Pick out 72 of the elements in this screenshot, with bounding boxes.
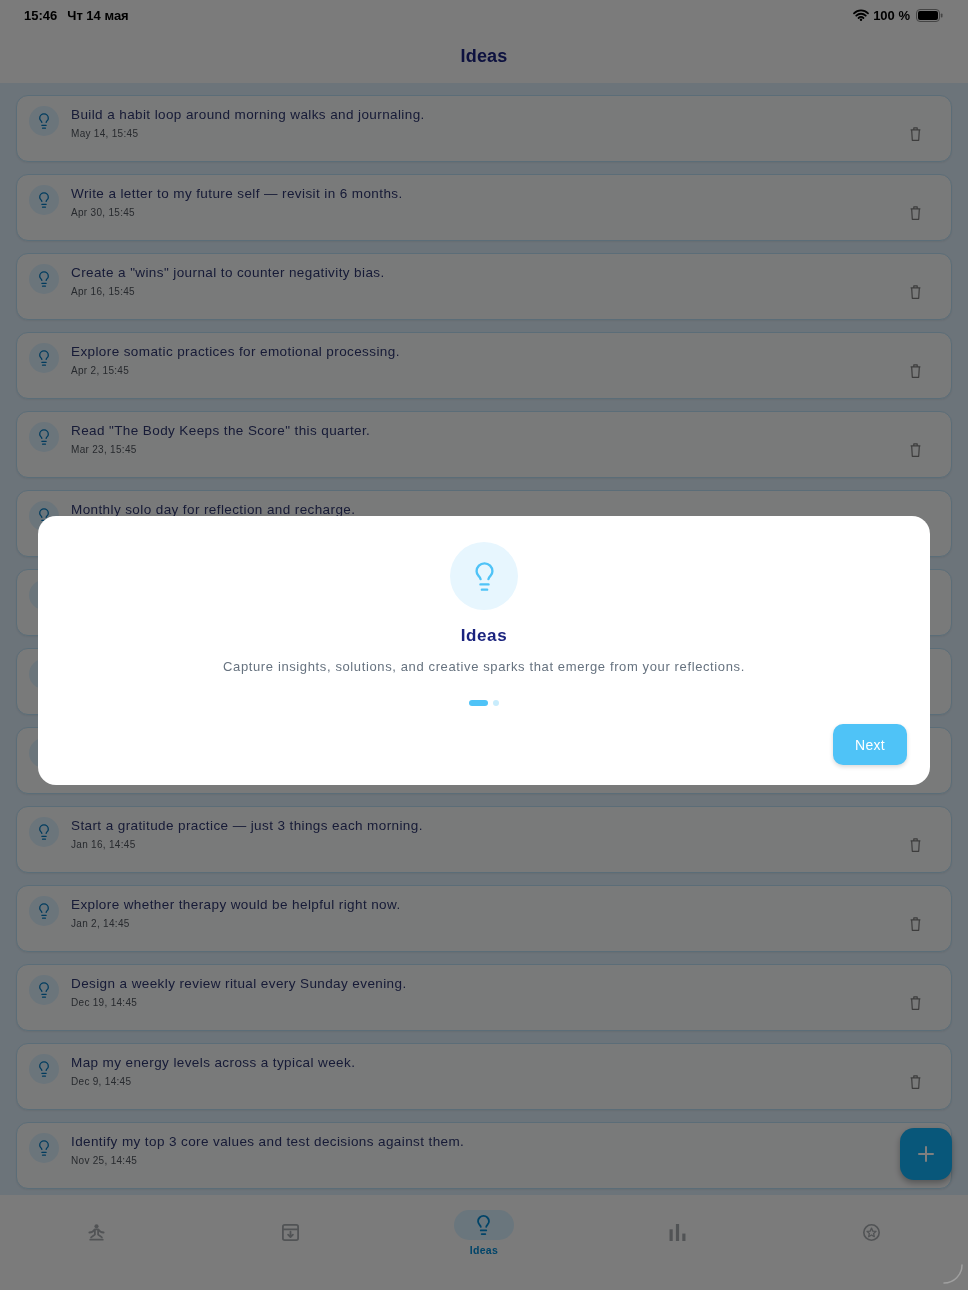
idea-title: Explore somatic practices for emotional processing.: [71, 343, 400, 361]
idea-card[interactable]: Read "The Body Keeps the Score" this quarter. Mar 23, 15:45: [16, 411, 952, 478]
idea-date: Mar 23, 15:45: [71, 443, 138, 457]
idea-date: Dec 9, 14:45: [71, 1075, 133, 1089]
lightbulb-icon: [29, 817, 59, 847]
idea-card[interactable]: Write a letter to my future self — revisit in 6 months. Apr 30, 15:45: [16, 174, 952, 241]
lightbulb-icon: [29, 896, 59, 926]
idea-card[interactable]: Explore whether therapy would be helpful right now. Jan 2, 14:45: [16, 885, 952, 952]
idea-title: Map my energy levels across a typical week.: [71, 1054, 356, 1072]
idea-date: Dec 19, 14:45: [71, 996, 139, 1010]
lightbulb-icon: [29, 264, 59, 294]
star-circle-icon: [862, 1224, 880, 1241]
trash-icon[interactable]: [910, 837, 921, 852]
idea-date: Apr 2, 15:45: [71, 364, 131, 378]
lightbulb-icon: [29, 975, 59, 1005]
trash-icon[interactable]: [910, 205, 921, 220]
idea-title: Start a gratitude practice — just 3 things each morning.: [71, 817, 423, 835]
battery-percentage: 100 %: [873, 7, 910, 23]
trash-icon[interactable]: [910, 995, 921, 1010]
lightbulb-icon: [29, 422, 59, 452]
bar-chart-icon: [669, 1224, 687, 1241]
wifi-icon: [853, 9, 870, 21]
idea-date: Nov 25, 14:45: [71, 1154, 139, 1168]
idea-title: Write a letter to my future self — revisit in 6 months.: [71, 185, 403, 203]
idea-title: Explore whether therapy would be helpful right now.: [71, 896, 401, 914]
idea-date: Apr 30, 15:45: [71, 206, 136, 220]
lightbulb-icon: [29, 343, 59, 373]
meditation-icon: [88, 1224, 106, 1241]
nav-tab[interactable]: [669, 1224, 687, 1241]
trash-icon[interactable]: [910, 442, 921, 457]
idea-title: Monthly solo day for reflection and recharge.: [71, 501, 356, 519]
idea-card[interactable]: Create a "wins" journal to counter negativity bias. Apr 16, 15:45: [16, 253, 952, 320]
nav-tab[interactable]: [862, 1224, 880, 1241]
corner-arc-icon: [943, 1264, 963, 1284]
idea-card[interactable]: Design a weekly review ritual every Sunday evening. Dec 19, 14:45: [16, 964, 952, 1031]
dialog-title: Ideas: [460, 626, 508, 646]
nav-tab[interactable]: [88, 1224, 106, 1241]
idea-date: May 14, 15:45: [71, 127, 140, 141]
idea-title: Read "The Body Keeps the Score" this quarter.: [71, 422, 371, 440]
idea-title: Build a habit loop around morning walks and journaling.: [71, 106, 425, 124]
trash-icon[interactable]: [910, 363, 921, 378]
next-button[interactable]: Next: [833, 724, 907, 765]
lightbulb-icon: [29, 1054, 59, 1084]
status-time: 15:46: [24, 7, 58, 23]
idea-card[interactable]: Map my energy levels across a typical week. Dec 9, 14:45: [16, 1043, 952, 1110]
dialog-description: Capture insights, solutions, and creative sparks that emerge from your reflections.: [223, 658, 745, 676]
idea-title: Create a "wins" journal to counter negativity bias.: [71, 264, 385, 282]
idea-date: Jan 2, 14:45: [71, 917, 131, 931]
battery-icon: [916, 8, 943, 22]
idea-card[interactable]: Build a habit loop around morning walks and journaling. May 14, 15:45: [16, 95, 952, 162]
add-button[interactable]: [900, 1128, 952, 1180]
trash-icon[interactable]: [910, 284, 921, 299]
lightbulb-icon: [29, 185, 59, 215]
lightbulb-icon: [29, 106, 59, 136]
idea-card[interactable]: Explore somatic practices for emotional processing. Apr 2, 15:45: [16, 332, 952, 399]
idea-card[interactable]: Start a gratitude practice — just 3 things each morning. Jan 16, 14:45: [16, 806, 952, 873]
nav-tab[interactable]: Ideas: [454, 1209, 514, 1256]
trash-icon[interactable]: [910, 916, 921, 931]
idea-title: Identify my top 3 core values and test decisions against them.: [71, 1133, 465, 1151]
idea-date: Apr 16, 15:45: [71, 285, 136, 299]
lightbulb-icon: [29, 1133, 59, 1163]
archive-box-icon: [281, 1224, 299, 1241]
plus-icon: [918, 1146, 934, 1162]
trash-icon[interactable]: [910, 126, 921, 141]
nav-tab[interactable]: [281, 1224, 299, 1241]
idea-card[interactable]: Identify my top 3 core values and test decisions against them. Nov 25, 14:45: [16, 1122, 952, 1189]
trash-icon[interactable]: [910, 1074, 921, 1089]
page-title: Ideas: [460, 46, 508, 67]
idea-date: Jan 16, 14:45: [71, 838, 137, 852]
status-date: Чт 14 мая: [67, 7, 129, 23]
idea-title: Design a weekly review ritual every Sunday evening.: [71, 975, 407, 993]
lightbulb-icon: [454, 1209, 514, 1240]
